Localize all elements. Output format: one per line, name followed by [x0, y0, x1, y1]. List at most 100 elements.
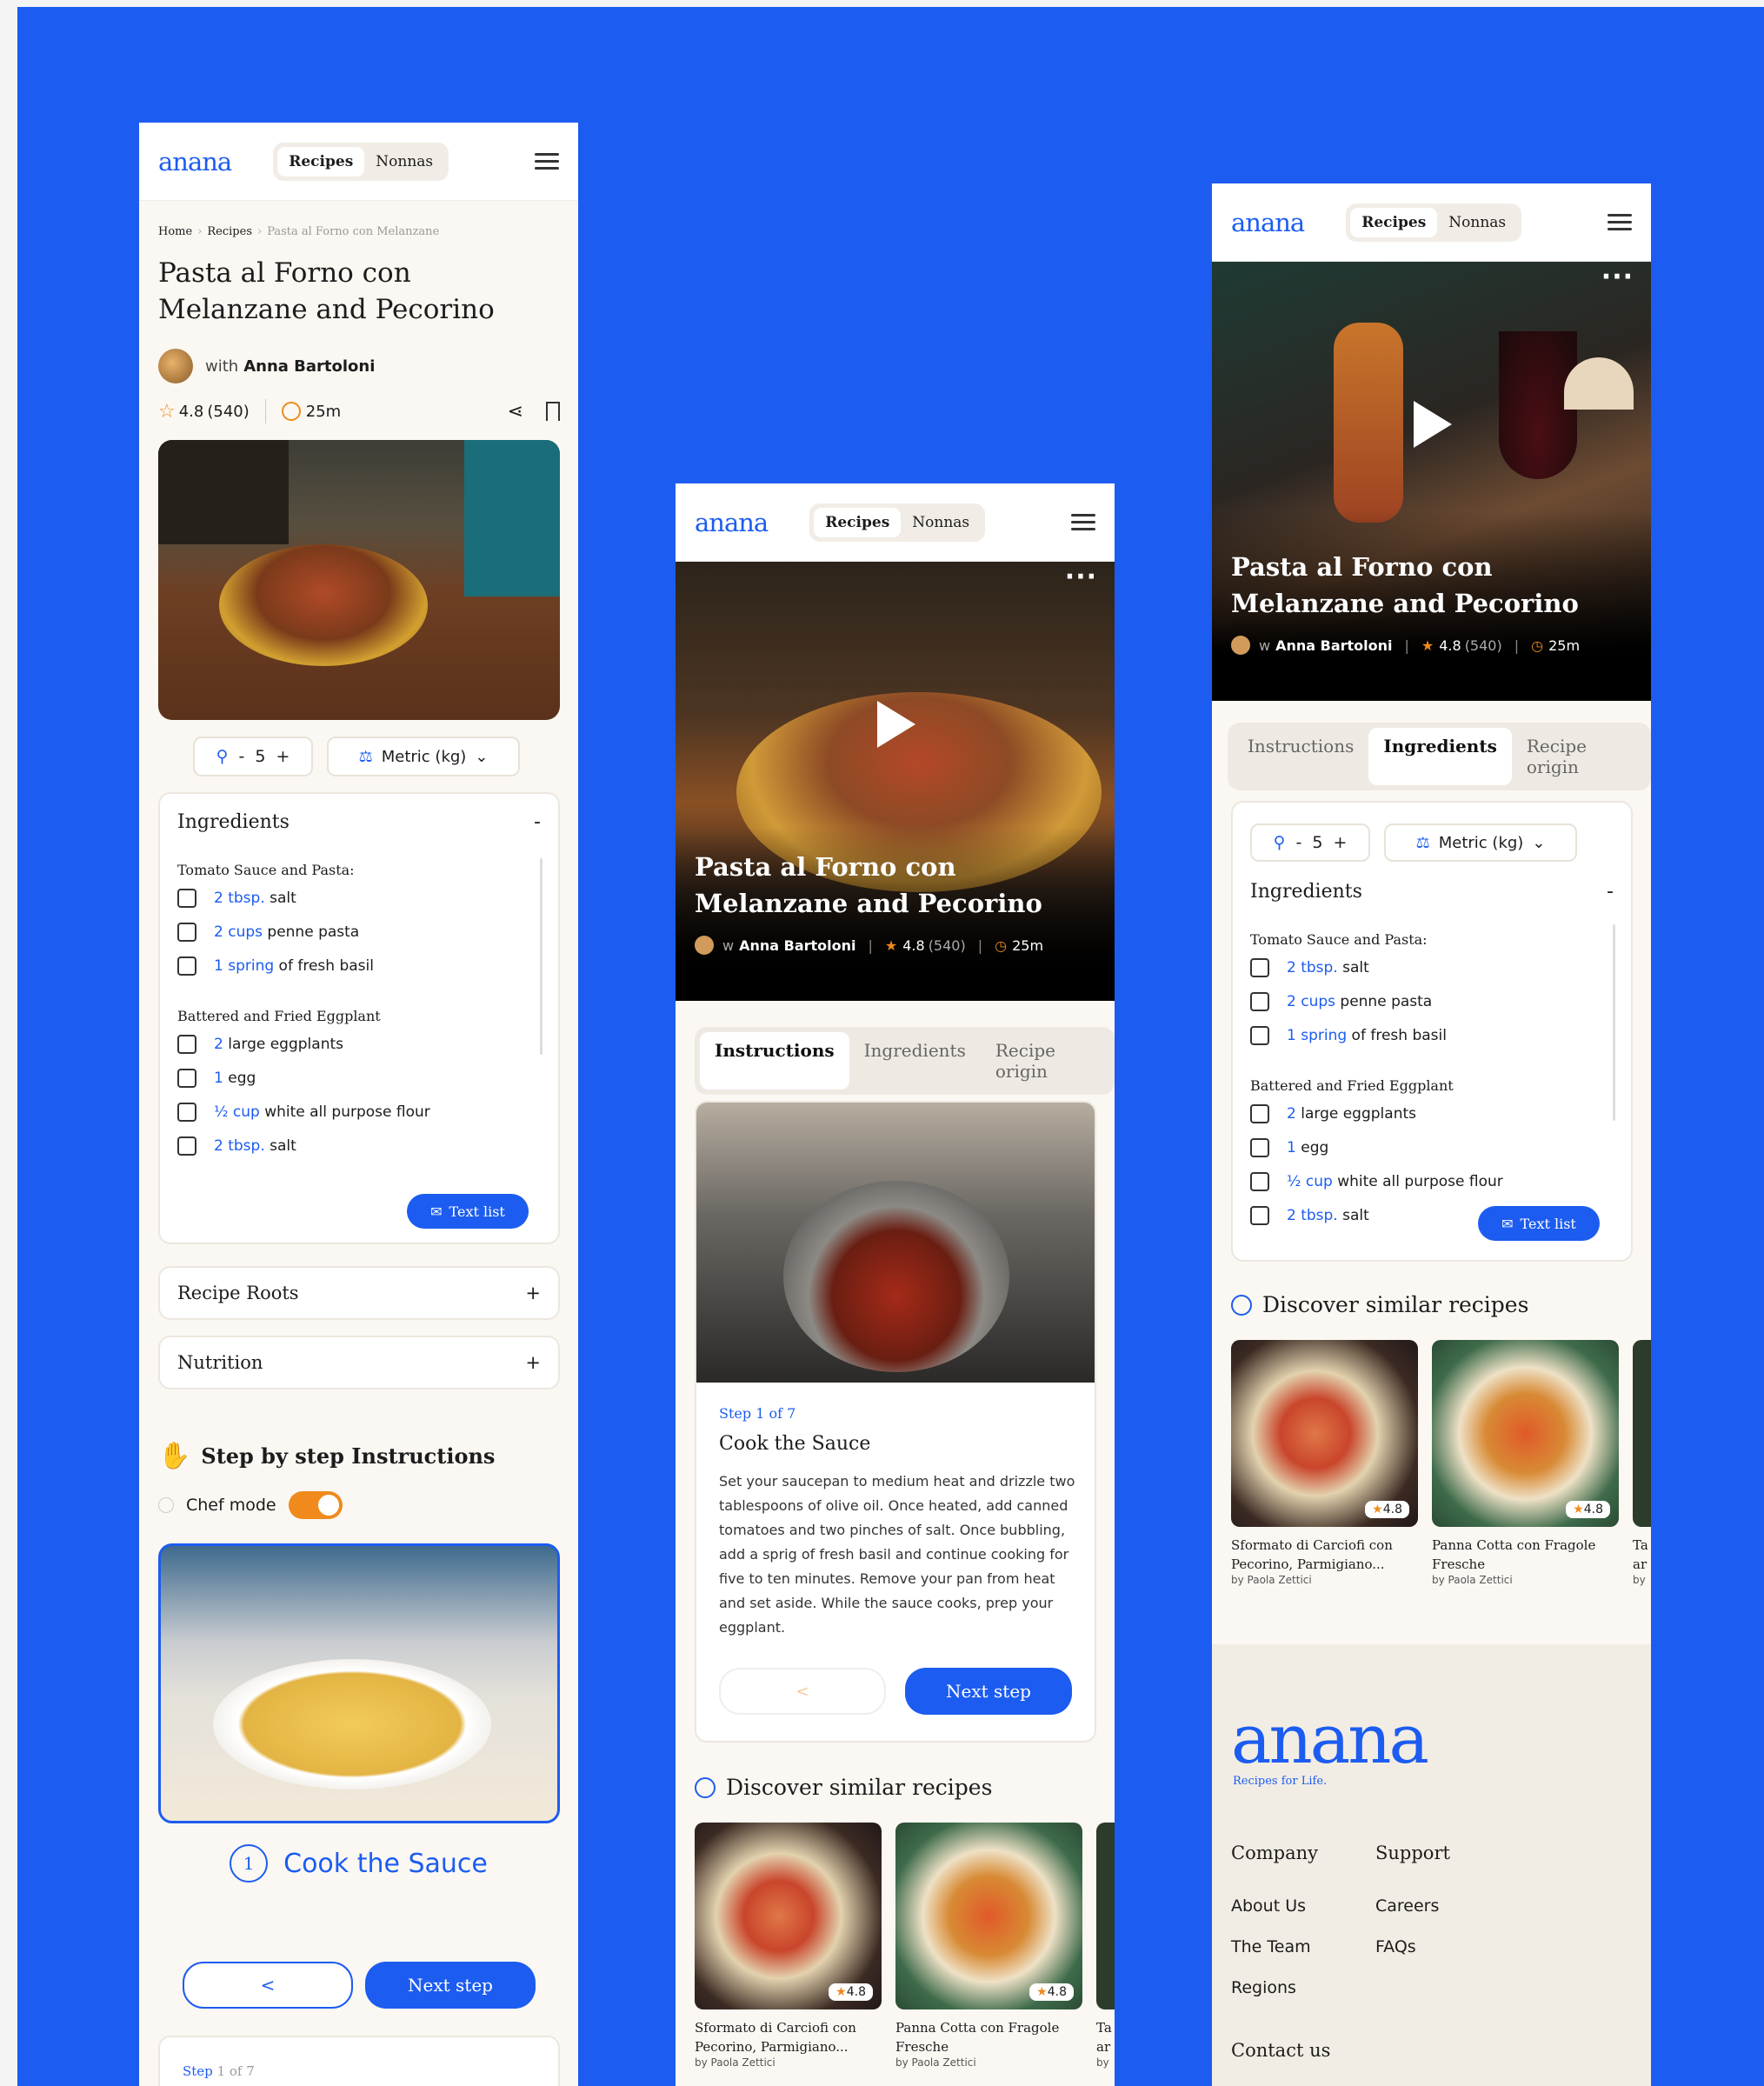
text-list-button[interactable]: ✉ Text list	[1478, 1206, 1600, 1241]
collapse-icon[interactable]: -	[534, 811, 541, 833]
author-name[interactable]: Anna Bartoloni	[739, 937, 855, 954]
footer-link-regions[interactable]: Regions	[1231, 1978, 1296, 1997]
play-icon[interactable]	[877, 701, 915, 748]
ingredient-item[interactable]: ½ cup white all purpose flour	[1250, 1164, 1598, 1198]
nav-tab-recipes[interactable]: Recipes	[277, 146, 365, 177]
author-name[interactable]: Anna Bartoloni	[243, 357, 375, 376]
nav-tab-recipes[interactable]: Recipes	[814, 507, 902, 537]
scrollbar[interactable]	[1613, 924, 1615, 1121]
chef-mode-toggle[interactable]	[288, 1491, 343, 1519]
breadcrumb-recipes[interactable]: Recipes	[207, 225, 252, 238]
checkbox[interactable]	[177, 888, 196, 908]
recipe-card[interactable]: Ta ar by	[1096, 1823, 1115, 2069]
footer-contact-heading[interactable]: Contact us	[1231, 2040, 1330, 2061]
checkbox[interactable]	[177, 922, 196, 942]
ingredient-item[interactable]: 1 spring of fresh basil	[1250, 1018, 1598, 1052]
nav-tab-nonnas[interactable]: Nonnas	[1437, 208, 1517, 237]
servings-minus[interactable]: -	[239, 747, 245, 766]
bookmark-icon[interactable]	[546, 402, 560, 421]
menu-icon[interactable]	[1071, 510, 1095, 535]
ingredient-item[interactable]: 1 egg	[1250, 1130, 1598, 1164]
step-image[interactable]	[158, 1543, 560, 1823]
servings-stepper[interactable]: ⚲ - 5 +	[193, 736, 313, 776]
menu-icon[interactable]	[535, 149, 559, 174]
footer-link-careers[interactable]: Careers	[1375, 1896, 1439, 1916]
ingredient-item[interactable]: 2 tbsp. salt	[177, 881, 525, 915]
footer-logo[interactable]: anana	[1231, 1705, 1429, 1775]
checkbox[interactable]	[1250, 1103, 1269, 1123]
ingredient-item[interactable]: 2 cups penne pasta	[177, 915, 525, 949]
author-name[interactable]: Anna Bartoloni	[1275, 637, 1392, 654]
tab-instructions[interactable]: Instructions	[700, 1032, 849, 1090]
tab-recipe-origin[interactable]: Recipe origin	[981, 1032, 1109, 1090]
ingredient-item[interactable]: 2 tbsp. salt	[1250, 950, 1598, 984]
units-select[interactable]: ⚖ Metric (kg) ⌄	[327, 736, 520, 776]
checkbox[interactable]	[1250, 1137, 1269, 1157]
review-count[interactable]: (540)	[207, 403, 249, 421]
nav-tab-nonnas[interactable]: Nonnas	[901, 508, 981, 537]
video-hero[interactable]: ··· Pasta al Forno con Melanzane and Pec…	[1212, 262, 1651, 701]
text-list-button[interactable]: ✉ Text list	[407, 1194, 529, 1229]
video-hero[interactable]: ··· Pasta al Forno con Melanzane and Pec…	[676, 562, 1115, 1001]
scrollbar[interactable]	[540, 858, 543, 1055]
share-icon[interactable]: ⋖	[508, 401, 523, 423]
ingredient-item[interactable]: 2 large eggplants	[1250, 1096, 1598, 1130]
ingredient-item[interactable]: 2 tbsp. salt	[177, 1129, 525, 1163]
menu-icon[interactable]	[1608, 210, 1632, 235]
checkbox[interactable]	[1250, 1171, 1269, 1191]
tab-recipe-origin[interactable]: Recipe origin	[1512, 728, 1646, 785]
tab-instructions[interactable]: Instructions	[1233, 728, 1368, 785]
footer-link-faqs[interactable]: FAQs	[1375, 1937, 1416, 1956]
next-step-button[interactable]: Next step	[365, 1962, 536, 2009]
tab-ingredients[interactable]: Ingredients	[1368, 728, 1512, 785]
compass-icon	[695, 1776, 716, 1798]
nav-tab-recipes[interactable]: Recipes	[1350, 207, 1438, 237]
logo[interactable]: anana	[1231, 208, 1305, 237]
similar-recipes-carousel[interactable]: ★4.8 Sformato di Carciofi con Pecorino, …	[695, 1823, 1115, 2086]
checkbox[interactable]	[1250, 1025, 1269, 1045]
nutrition-accordion[interactable]: Nutrition +	[158, 1336, 560, 1390]
nav-tab-nonnas[interactable]: Nonnas	[364, 147, 444, 177]
breadcrumb-home[interactable]: Home	[158, 225, 192, 238]
logo[interactable]: anana	[158, 147, 232, 177]
recipe-card[interactable]: ★4.8 Sformato di Carciofi con Pecorino, …	[1231, 1340, 1418, 1586]
ingredient-item[interactable]: ½ cup white all purpose flour	[177, 1095, 525, 1129]
servings-minus[interactable]: -	[1296, 833, 1302, 852]
checkbox[interactable]	[1250, 957, 1269, 977]
avatar[interactable]	[1231, 636, 1250, 655]
next-step-button[interactable]: Next step	[905, 1668, 1072, 1715]
avatar[interactable]	[695, 936, 714, 955]
checkbox[interactable]	[177, 1068, 196, 1088]
more-icon[interactable]: ···	[1065, 562, 1097, 592]
footer-link-team[interactable]: The Team	[1231, 1937, 1311, 1956]
play-icon[interactable]	[1414, 401, 1452, 448]
recipe-card[interactable]: ★4.8 Panna Cotta con Fragole Fresche by …	[895, 1823, 1082, 2069]
checkbox[interactable]	[1250, 991, 1269, 1011]
ingredient-item[interactable]: 1 egg	[177, 1061, 525, 1095]
ingredient-item[interactable]: 1 spring of fresh basil	[177, 949, 525, 983]
recipe-card[interactable]: ★4.8 Panna Cotta con Fragole Fresche by …	[1432, 1340, 1619, 1586]
previous-step-button[interactable]: <	[183, 1962, 353, 2009]
checkbox[interactable]	[1250, 1205, 1269, 1225]
ingredient-item[interactable]: 2 cups penne pasta	[1250, 984, 1598, 1018]
ingredient-item[interactable]: 2 large eggplants	[177, 1027, 525, 1061]
checkbox[interactable]	[177, 956, 196, 976]
servings-stepper[interactable]: ⚲ - 5 +	[1250, 823, 1370, 862]
similar-recipes-carousel[interactable]: ★4.8 Sformato di Carciofi con Pecorino, …	[1231, 1340, 1651, 1618]
logo[interactable]: anana	[695, 508, 769, 537]
checkbox[interactable]	[177, 1102, 196, 1122]
recipe-roots-accordion[interactable]: Recipe Roots +	[158, 1266, 560, 1320]
footer-link-about[interactable]: About Us	[1231, 1896, 1306, 1916]
servings-plus[interactable]: +	[276, 747, 290, 766]
collapse-icon[interactable]: -	[1607, 881, 1614, 903]
units-select[interactable]: ⚖ Metric (kg) ⌄	[1384, 823, 1577, 862]
previous-step-button[interactable]: <	[719, 1668, 886, 1715]
servings-plus[interactable]: +	[1333, 833, 1347, 852]
tab-ingredients[interactable]: Ingredients	[849, 1032, 981, 1090]
avatar[interactable]	[158, 349, 193, 383]
recipe-card[interactable]: Ta ar by	[1633, 1340, 1651, 1586]
recipe-card[interactable]: ★4.8 Sformato di Carciofi con Pecorino, …	[695, 1823, 882, 2069]
checkbox[interactable]	[177, 1034, 196, 1054]
checkbox[interactable]	[177, 1136, 196, 1156]
more-icon[interactable]: ···	[1601, 262, 1634, 292]
